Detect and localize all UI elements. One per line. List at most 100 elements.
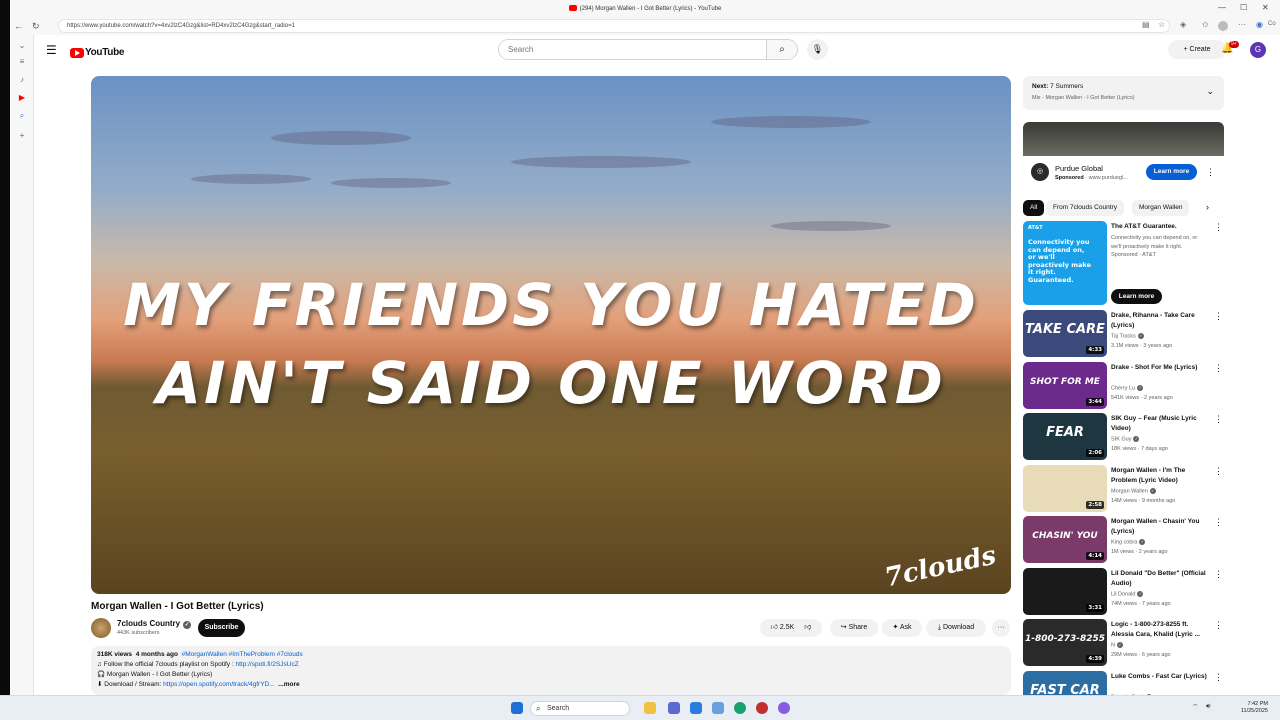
rec-more-icon[interactable]: ⋮ xyxy=(1214,466,1223,477)
copilot-label[interactable]: Co xyxy=(1268,21,1276,27)
back-icon[interactable]: ← xyxy=(14,20,23,32)
rec-thumbnail[interactable]: 2:58 xyxy=(1023,464,1107,512)
sidebar-audio-icon[interactable]: ♪ xyxy=(16,75,28,84)
system-clock[interactable]: 7:42 PM 11/25/2025 xyxy=(1241,701,1268,715)
rec-title[interactable]: Morgan Wallen - I'm The Problem (Lyric V… xyxy=(1111,466,1207,486)
teams-icon[interactable] xyxy=(668,702,680,714)
copilot-icon[interactable]: ◉ xyxy=(1256,20,1263,29)
account-avatar[interactable]: G xyxy=(1250,42,1266,58)
search-button[interactable]: ⌕ xyxy=(766,40,797,59)
rec-title[interactable]: Drake, Rihanna - Take Care (Lyrics) xyxy=(1111,311,1207,331)
next-up-panel[interactable]: Next: 7 Summers Mix - Morgan Wallen - I … xyxy=(1023,76,1224,110)
rec-more-icon[interactable]: ⋮ xyxy=(1214,222,1223,233)
settings-more-icon[interactable]: ··· xyxy=(1238,20,1246,29)
favorite-star-icon[interactable]: ☆ xyxy=(1158,20,1165,29)
taskbar-search[interactable]: ⌕ Search xyxy=(530,701,630,716)
maximize-icon[interactable]: ☐ xyxy=(1240,3,1247,12)
media-app-icon[interactable] xyxy=(756,702,768,714)
description-box[interactable]: 318K views 4 months ago #MorganWallen #I… xyxy=(91,646,1011,695)
sidebar-collapse-icon[interactable]: ⌄ xyxy=(16,41,28,50)
download-button[interactable]: ⤓ Download xyxy=(926,619,986,637)
spotify-playlist-link[interactable]: http://spoti.fi/2SJsUcZ xyxy=(235,661,298,668)
rec-thumbnail[interactable]: FEAR 2:06 xyxy=(1023,413,1107,460)
rec-more-icon[interactable]: ⋮ xyxy=(1214,672,1223,683)
minimize-icon[interactable]: — xyxy=(1218,3,1226,12)
rec-channel[interactable]: Morgan Wallen ✓ xyxy=(1111,487,1156,494)
create-button[interactable]: + Create xyxy=(1168,40,1226,59)
wifi-icon[interactable]: ⌔ xyxy=(1192,703,1199,712)
rec-channel[interactable]: SIK Guy ✓ xyxy=(1111,436,1140,442)
favorites-icon[interactable]: ✩ xyxy=(1202,20,1209,29)
address-bar[interactable]: https://www.youtube.com/watch?v=4xv2lzC4… xyxy=(58,19,1170,33)
channel-watermark[interactable]: 7clouds xyxy=(882,541,999,594)
like-button[interactable]: 👍︎ 2.5K xyxy=(771,624,795,631)
rec-thumbnail[interactable]: TAKE CARE 4:33 xyxy=(1023,310,1107,357)
sponsored-learn-more-button[interactable]: Learn more xyxy=(1111,289,1162,304)
menu-icon[interactable]: ☰ xyxy=(46,43,57,57)
rec-channel[interactable]: King cobra ✓ xyxy=(1111,539,1146,545)
profile-icon[interactable] xyxy=(1218,21,1228,31)
chevron-right-icon[interactable]: › xyxy=(1206,202,1209,212)
rec-thumbnail[interactable]: CHASIN' YOU 4:14 xyxy=(1023,516,1107,563)
advertiser-name[interactable]: Purdue Global xyxy=(1055,164,1103,173)
rec-channel[interactable]: N ✓ xyxy=(1111,642,1123,648)
rec-more-icon[interactable]: ⋮ xyxy=(1214,311,1223,322)
rec-thumbnail[interactable]: 1-800-273-8255 4:39 xyxy=(1023,619,1107,666)
rec-more-icon[interactable]: ⋮ xyxy=(1214,414,1223,425)
rec-channel[interactable]: Cherry Lu ✓ xyxy=(1111,384,1144,391)
chip-from-channel[interactable]: From 7clouds Country xyxy=(1046,200,1124,216)
channel-name[interactable]: 7clouds Country ✓ xyxy=(117,619,192,629)
sidebar-youtube-icon[interactable]: ▶ xyxy=(16,93,28,102)
refresh-icon[interactable]: ↻ xyxy=(32,20,40,32)
subscribe-button[interactable]: Subscribe xyxy=(198,619,245,637)
volume-icon[interactable]: 🔊︎ xyxy=(1206,703,1210,711)
video-player[interactable]: MY FRIENDS YOU HATED AIN'T SAID ONE WORD… xyxy=(91,76,1011,594)
youtube-logo[interactable]: YouTube xyxy=(70,44,125,58)
share-button[interactable]: ↪ Share xyxy=(830,619,878,637)
search-input[interactable] xyxy=(499,40,767,59)
rec-title[interactable]: Drake - Shot For Me (Lyrics) xyxy=(1111,363,1207,373)
ad-more-icon[interactable]: ⋮ xyxy=(1206,167,1215,178)
rec-more-icon[interactable]: ⋮ xyxy=(1214,569,1223,580)
outlook-icon[interactable] xyxy=(690,702,702,714)
rec-title[interactable]: SIK Guy – Fear (Music Lyric Video) xyxy=(1111,414,1207,434)
chip-morgan-wallen[interactable]: Morgan Wallen xyxy=(1132,200,1190,216)
chip-all[interactable]: All xyxy=(1023,200,1045,216)
copilot-app-icon[interactable] xyxy=(778,702,790,714)
sidebar-search-icon[interactable]: ⌕ xyxy=(16,111,28,121)
chevron-down-icon[interactable]: ⌄ xyxy=(1206,86,1214,97)
rec-more-icon[interactable]: ⋮ xyxy=(1214,620,1223,631)
rec-title[interactable]: The AT&T Guarantee. xyxy=(1111,222,1207,232)
close-icon[interactable]: ✕ xyxy=(1262,3,1269,12)
rec-title[interactable]: Lil Donald "Do Better" (Official Audio) xyxy=(1111,569,1207,589)
start-windows-icon[interactable] xyxy=(511,702,523,714)
ad-learn-more-button[interactable]: Learn more xyxy=(1146,164,1197,180)
network-app-icon[interactable] xyxy=(712,702,724,714)
sidebar-add-icon[interactable]: + xyxy=(16,131,28,140)
rec-channel[interactable]: Lil Donald ✓ xyxy=(1111,590,1144,597)
rec-channel[interactable]: Taj Tracks ✓ xyxy=(1111,333,1144,339)
voice-search-button[interactable]: 🎙 xyxy=(807,39,828,60)
rec-thumbnail[interactable]: SHOT FOR ME 3:44 xyxy=(1023,361,1107,409)
channel-name-text: 7clouds Country xyxy=(117,619,181,628)
show-more-link[interactable]: ...more xyxy=(278,681,299,688)
channel-avatar[interactable] xyxy=(91,618,111,638)
file-explorer-icon[interactable] xyxy=(644,702,656,714)
ask-button[interactable]: ✦ Ask xyxy=(882,619,922,637)
rec-thumbnail[interactable]: 3:31 xyxy=(1023,567,1107,615)
edge-browser-icon[interactable] xyxy=(734,702,746,714)
rec-title[interactable]: Morgan Wallen - Chasin' You (Lyrics) xyxy=(1111,517,1207,537)
more-actions-button[interactable]: ··· xyxy=(992,619,1010,637)
rec-more-icon[interactable]: ⋮ xyxy=(1214,517,1223,528)
sponsored-thumbnail[interactable]: AT&T Connectivity you can depend on, or … xyxy=(1023,221,1107,305)
rec-title[interactable]: Logic - 1-800-273-8255 ft. Alessia Cara,… xyxy=(1111,620,1207,640)
dislike-button[interactable]: 👎︎ xyxy=(804,624,811,631)
hashtags[interactable]: #MorganWallen #ImTheProblem #7clouds xyxy=(182,651,303,658)
rec-more-icon[interactable]: ⋮ xyxy=(1214,363,1223,374)
spotify-track-link[interactable]: https://open.spotify.com/track/4gfrYD... xyxy=(163,681,275,688)
extensions-icon[interactable]: ◈ xyxy=(1180,20,1186,29)
rec-title[interactable]: Luke Combs - Fast Car (Lyrics) xyxy=(1111,672,1207,682)
reader-icon[interactable]: ▤ xyxy=(1142,20,1150,29)
ad-banner-image[interactable] xyxy=(1023,122,1224,156)
sidebar-tabs-icon[interactable]: ≡ xyxy=(16,57,28,66)
